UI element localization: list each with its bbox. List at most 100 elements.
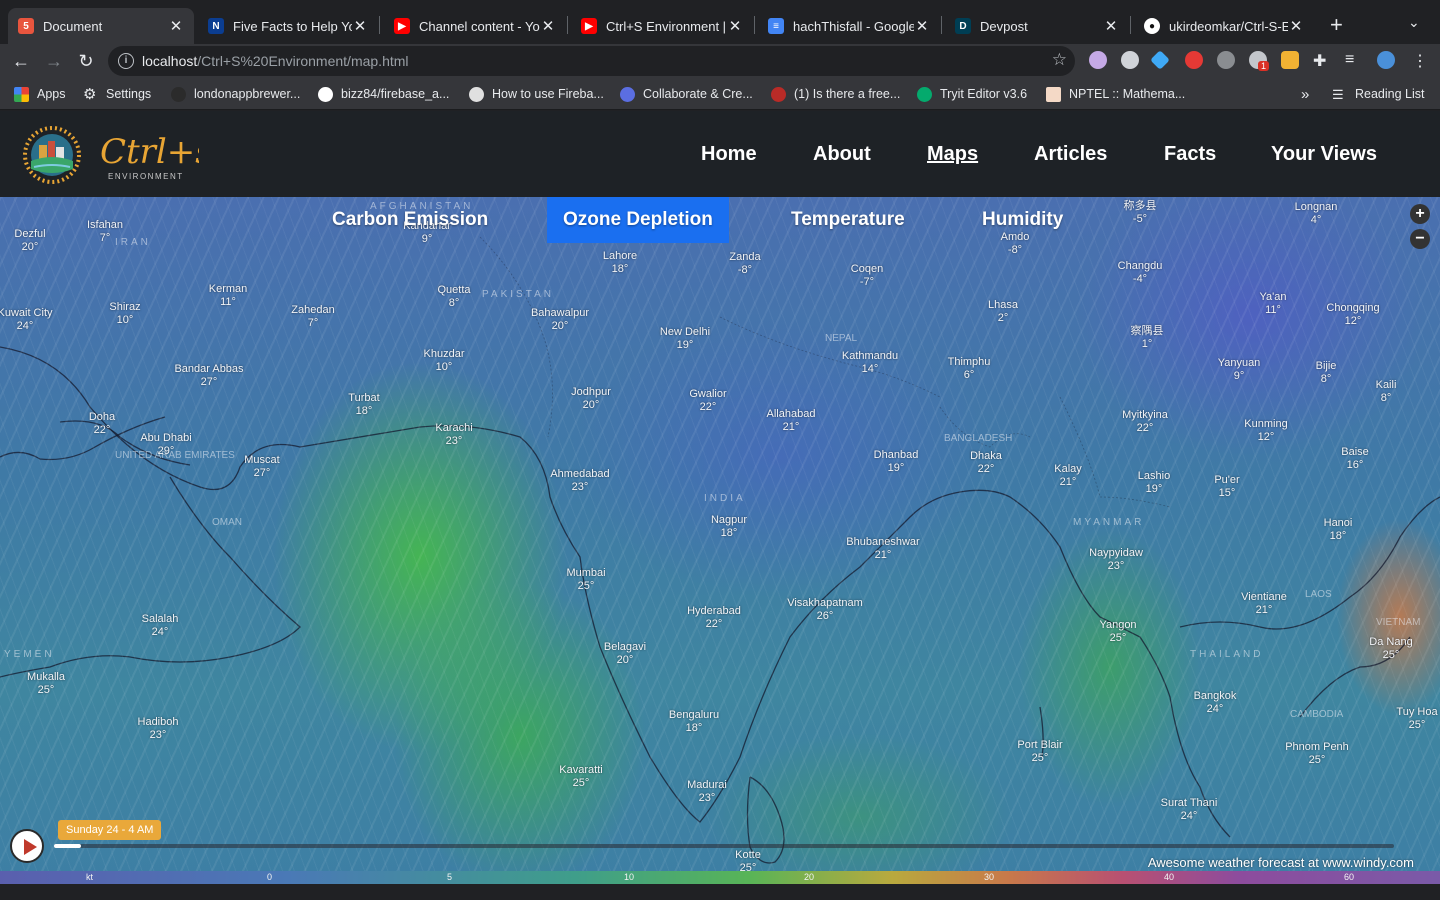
extension-cloud-icon[interactable] (1217, 51, 1235, 69)
browser-tab-ctrls-youtube[interactable]: ▶ Ctrl+S Environment | YouTube ✕ (571, 8, 753, 44)
close-icon[interactable]: ✕ (352, 17, 368, 35)
scale-tick: 5 (447, 872, 453, 882)
tab-divider (567, 16, 568, 34)
close-icon[interactable]: ✕ (914, 17, 930, 35)
extension-badge-icon[interactable]: 1 (1249, 51, 1270, 71)
extension-owl-icon[interactable] (1089, 51, 1107, 69)
close-icon[interactable]: ✕ (1103, 17, 1119, 35)
new-tab-button[interactable]: + (1330, 12, 1343, 38)
nav-your-views[interactable]: Your Views (1271, 143, 1377, 166)
layer-tab-carbon-emission[interactable]: Carbon Emission (332, 197, 488, 243)
city-name: Bandar Abbas (174, 363, 244, 375)
city-label: Kuwait City 24° (0, 307, 53, 333)
browser-tab-channel-content[interactable]: ▶ Channel content - YouTube ✕ (384, 8, 566, 44)
scale-tick: 30 (984, 872, 995, 882)
city-name: 察隅县 (1130, 325, 1164, 337)
bookmark-tryit[interactable]: Tryit Editor v3.6 (917, 86, 1027, 102)
city-temperature: 8° (448, 297, 460, 309)
profile-avatar[interactable] (1377, 51, 1395, 69)
city-temperature: 8° (1320, 373, 1332, 385)
layer-tab-temperature[interactable]: Temperature (791, 197, 905, 243)
play-button[interactable] (10, 829, 44, 863)
city-temperature: -8° (1007, 244, 1023, 256)
city-temperature: 25° (577, 580, 595, 592)
close-icon[interactable]: ✕ (168, 17, 184, 35)
tab-search-chevron-icon[interactable]: ⌄ (1408, 14, 1420, 31)
city-label: Belagavi 20° (604, 641, 646, 667)
city-label: Khuzdar 10° (424, 348, 465, 374)
reload-icon[interactable]: ↻ (75, 50, 97, 72)
bookmark-firebase-howto[interactable]: How to use Fireba... (469, 86, 604, 102)
wind-map[interactable]: AFGHANISTAN IRAN PAKISTAN NEPAL BANGLADE… (0, 197, 1440, 900)
bookmark-star-icon[interactable]: ☆ (1052, 50, 1067, 70)
nav-articles[interactable]: Articles (1034, 143, 1107, 166)
country-label: CAMBODIA (1290, 709, 1344, 720)
city-temperature: 23° (1107, 560, 1125, 572)
forward-arrow-icon[interactable]: → (43, 50, 65, 72)
url-text[interactable]: localhost/Ctrl+S%20Environment/map.html (142, 53, 409, 69)
browser-tab-devpost[interactable]: D Devpost ✕ (945, 8, 1129, 44)
address-bar[interactable]: i localhost/Ctrl+S%20Environment/map.htm… (108, 46, 1075, 76)
media-queue-icon[interactable]: ≡ (1345, 51, 1363, 69)
city-label: Mumbai 25° (566, 567, 605, 593)
city-name: Mukalla (27, 671, 65, 683)
bookmark-apps[interactable]: Apps (14, 86, 66, 102)
bookmark-collaborate[interactable]: Collaborate & Cre... (620, 86, 753, 102)
city-label: Dezful 20° (14, 228, 45, 254)
country-label: NEPAL (825, 333, 858, 344)
timeline-slider[interactable] (54, 844, 1394, 848)
city-temperature: 2° (997, 312, 1009, 324)
more-bookmarks-chevron-icon[interactable]: » (1301, 86, 1309, 103)
country-label: BANGLADESH (944, 433, 1013, 444)
city-label: Da Nang 25° (1369, 636, 1412, 662)
windy-link[interactable]: www.windy.com (1322, 855, 1414, 870)
nav-facts[interactable]: Facts (1164, 143, 1216, 166)
tab-title: Ctrl+S Environment | YouTube (606, 18, 727, 34)
quora-icon (771, 86, 786, 102)
browser-tab-google-docs[interactable]: ≡ hachThisfall - Google Docs ✕ (758, 8, 940, 44)
browser-tab-five-facts[interactable]: N Five Facts to Help You ✕ (198, 8, 378, 44)
layer-tab-ozone-depletion[interactable]: Ozone Depletion (547, 197, 729, 243)
reading-list-button[interactable]: ☰ Reading List (1332, 86, 1425, 102)
city-name: Madurai (687, 779, 727, 791)
city-temperature: 16° (1346, 459, 1364, 471)
ctrl-s-environment-logo[interactable]: Ctrl+s ENVIRONMENT (14, 123, 199, 185)
city-name: Hanoi (1323, 517, 1353, 529)
close-icon[interactable]: ✕ (540, 17, 556, 35)
close-icon[interactable]: ✕ (727, 17, 743, 35)
city-name: Muscat (244, 454, 280, 466)
close-icon[interactable]: ✕ (1288, 17, 1304, 35)
city-name: Pu'er (1214, 474, 1240, 486)
nav-maps[interactable]: Maps (927, 143, 978, 166)
bookmark-londonappbrewery[interactable]: londonappbrewer... (171, 86, 300, 102)
bookmark-label: (1) Is there a free... (794, 87, 901, 101)
extension-hand-icon[interactable] (1185, 51, 1203, 69)
browser-tab-github[interactable]: ● ukirdeomkar/Ctrl-S-Environment ✕ (1134, 8, 1314, 44)
site-info-icon[interactable]: i (118, 53, 134, 69)
nav-about[interactable]: About (813, 143, 871, 166)
bookmark-label: bizz84/firebase_a... (341, 87, 450, 101)
bookmark-settings[interactable]: ⚙ Settings (83, 86, 151, 102)
city-label: Baise 16° (1341, 446, 1369, 472)
extensions-puzzle-icon[interactable]: ✚ (1313, 51, 1331, 70)
bookmark-quora[interactable]: (1) Is there a free... (771, 86, 900, 102)
nav-home[interactable]: Home (701, 143, 757, 166)
extension-diamond-icon[interactable] (1150, 50, 1170, 70)
city-name: Changdu (1117, 260, 1163, 272)
country-label: MYANMAR (1073, 517, 1145, 528)
zoom-out-button[interactable]: − (1410, 229, 1430, 249)
browser-menu-icon[interactable]: ⋮ (1412, 51, 1430, 70)
bookmark-github-firebase[interactable]: bizz84/firebase_a... (318, 86, 449, 102)
zoom-in-button[interactable]: + (1410, 204, 1430, 224)
city-temperature: 25° (1308, 754, 1326, 766)
layer-tab-humidity[interactable]: Humidity (982, 197, 1063, 243)
city-label: Hyderabad 22° (687, 605, 741, 631)
back-arrow-icon[interactable]: ← (10, 50, 32, 72)
city-name: Ahmedabad (550, 468, 610, 480)
extension-bulb-icon[interactable] (1281, 51, 1299, 69)
city-label: Chongqing 12° (1326, 302, 1379, 328)
browser-tab-document[interactable]: 5 Document ✕ (8, 8, 194, 44)
extension-gear-icon[interactable] (1121, 51, 1139, 69)
google-docs-icon: ≡ (768, 18, 784, 34)
bookmark-nptel[interactable]: NPTEL :: Mathema... (1046, 86, 1185, 102)
